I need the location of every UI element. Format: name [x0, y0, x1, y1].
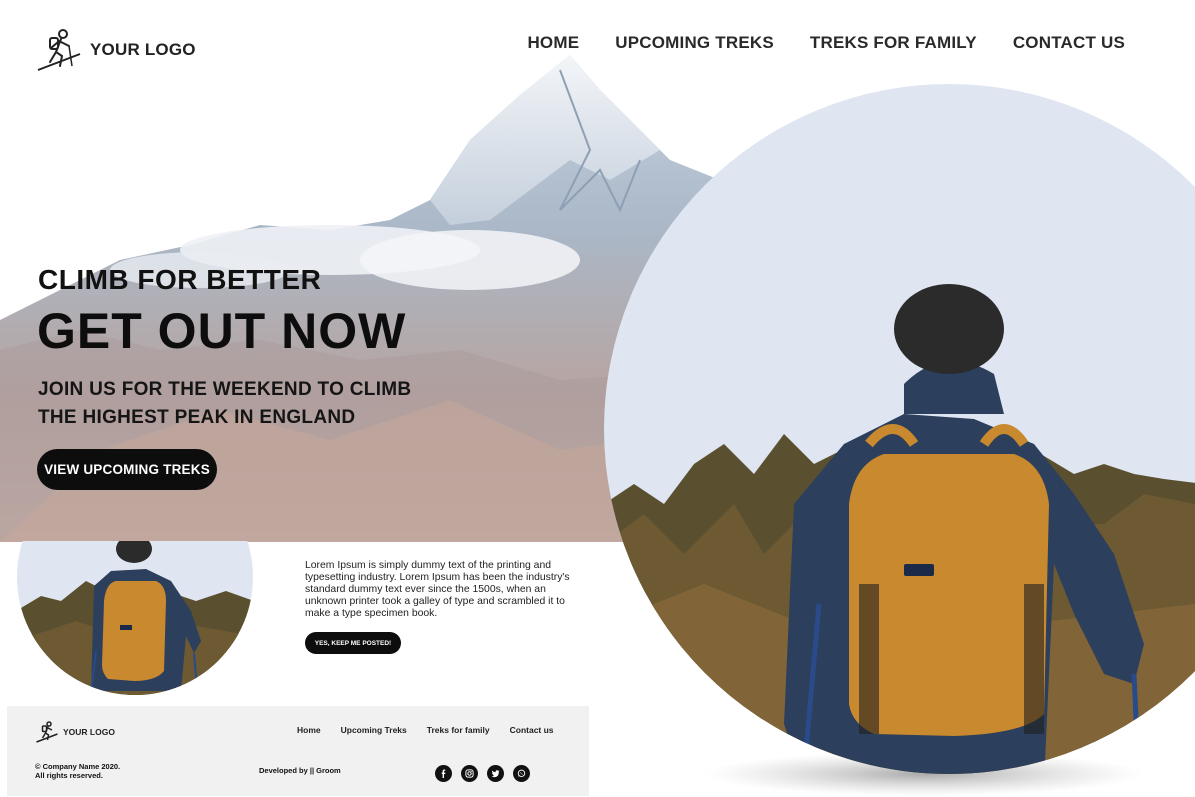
footer: YOUR LOGO Home Upcoming Treks Treks for … [7, 706, 589, 796]
footer-logo-text: YOUR LOGO [63, 727, 115, 737]
copyright-line1: © Company Name 2020. [35, 762, 121, 771]
hero-subtitle: JOIN US FOR THE WEEKEND TO CLIMB THE HIG… [38, 376, 458, 432]
hero-subtitle-line2: THE HIGHEST PEAK IN ENGLAND [38, 407, 356, 428]
footer-nav-contact-us[interactable]: Contact us [510, 725, 554, 735]
view-upcoming-treks-button[interactable]: VIEW UPCOMING TREKS [37, 449, 217, 490]
facebook-icon[interactable] [435, 765, 452, 782]
info-paragraph: Lorem Ipsum is simply dummy text of the … [305, 560, 570, 619]
footer-nav: Home Upcoming Treks Treks for family Con… [297, 725, 554, 735]
developed-by: Developed by || Groom [259, 766, 341, 775]
twitter-icon[interactable] [487, 765, 504, 782]
nav-treks-for-family[interactable]: TREKS FOR FAMILY [810, 33, 977, 53]
instagram-icon[interactable] [461, 765, 478, 782]
hiker-circle-image [604, 84, 1195, 796]
hero-subtitle-line1: JOIN US FOR THE WEEKEND TO CLIMB [38, 379, 412, 400]
footer-logo[interactable]: YOUR LOGO [35, 720, 115, 744]
footer-nav-upcoming-treks[interactable]: Upcoming Treks [341, 725, 407, 735]
keep-me-posted-button[interactable]: YES, KEEP ME POSTED! [305, 632, 401, 654]
social-links [435, 765, 530, 782]
hero-kicker: CLIMB FOR BETTER [38, 264, 322, 295]
nav-contact-us[interactable]: CONTACT US [1013, 33, 1125, 53]
small-hiker-image [17, 541, 253, 695]
hero-title: GET OUT NOW [37, 303, 407, 359]
copyright-line2: All rights reserved. [35, 771, 103, 780]
footer-nav-home[interactable]: Home [297, 725, 321, 735]
whatsapp-icon[interactable] [513, 765, 530, 782]
footer-nav-treks-for-family[interactable]: Treks for family [427, 725, 490, 735]
hiker-logo-icon [36, 721, 58, 743]
copyright: © Company Name 2020. All rights reserved… [35, 762, 120, 780]
